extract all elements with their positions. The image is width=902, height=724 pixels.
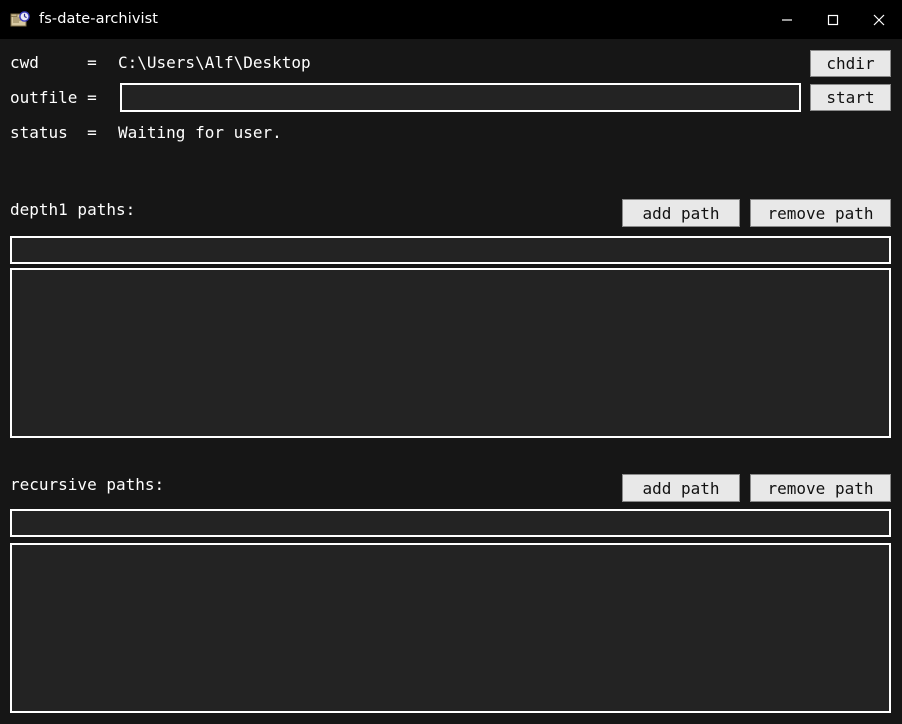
window-title: fs-date-archivist — [39, 11, 159, 27]
depth1-add-path-button[interactable]: add path — [622, 199, 740, 227]
depth1-paths-listbox[interactable] — [10, 268, 891, 438]
recursive-remove-path-button[interactable]: remove path — [750, 474, 891, 502]
outfile-input[interactable] — [120, 83, 801, 112]
recursive-paths-heading: recursive paths: — [10, 475, 165, 494]
recursive-paths-listbox[interactable] — [10, 543, 891, 713]
title-bar: fs-date-archivist — [0, 0, 902, 39]
cwd-label: cwd = — [10, 53, 107, 72]
outfile-label: outfile = — [10, 88, 107, 107]
window-controls — [764, 0, 902, 39]
start-button[interactable]: start — [810, 84, 891, 111]
recursive-add-path-button[interactable]: add path — [622, 474, 740, 502]
status-value: Waiting for user. — [118, 123, 282, 142]
depth1-path-input[interactable] — [10, 236, 891, 264]
app-window: fs-date-archivist cwd = C:\Users\Alf\Des… — [0, 0, 902, 724]
chdir-button[interactable]: chdir — [810, 50, 891, 77]
close-icon[interactable] — [856, 0, 902, 39]
cwd-value: C:\Users\Alf\Desktop — [118, 53, 311, 72]
depth1-remove-path-button[interactable]: remove path — [750, 199, 891, 227]
status-label: status = — [10, 123, 107, 142]
folder-clock-icon — [10, 10, 30, 30]
maximize-icon[interactable] — [810, 0, 856, 39]
depth1-paths-heading: depth1 paths: — [10, 200, 136, 219]
recursive-path-input[interactable] — [10, 509, 891, 537]
minimize-icon[interactable] — [764, 0, 810, 39]
